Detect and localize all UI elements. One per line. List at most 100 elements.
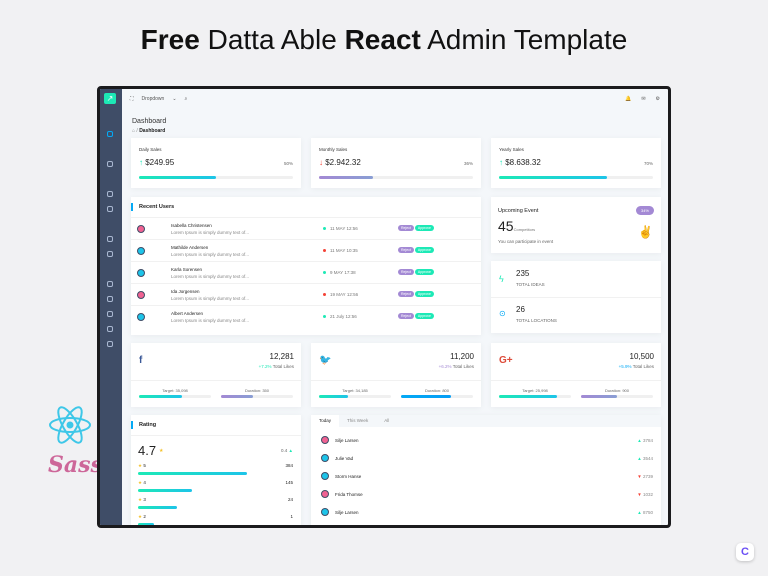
- avatar: [137, 269, 145, 277]
- date-text: 9 MAY 17:38: [330, 270, 356, 275]
- map-icon[interactable]: [107, 251, 113, 257]
- star-level: 4: [143, 480, 146, 485]
- layout-icon[interactable]: [107, 161, 113, 167]
- list-item: Julie Vad ▲ 3544: [311, 453, 661, 465]
- fullscreen-icon[interactable]: ⛶: [130, 96, 134, 102]
- value-text: 2739: [643, 474, 653, 479]
- user-date: 11 MAY 12:56: [323, 226, 358, 231]
- social-likes: +7.2% Total Likes: [259, 364, 294, 369]
- avatar: [321, 508, 329, 516]
- chevron-down-icon: ⌄: [172, 96, 176, 102]
- target-progress: [319, 395, 391, 398]
- victory-hand-icon: ✌: [638, 225, 653, 239]
- social-icon: G+: [499, 355, 513, 366]
- file-icon[interactable]: [107, 191, 113, 197]
- avatar: [321, 490, 329, 498]
- event-badge: 34%: [636, 206, 654, 215]
- rating-progress: [138, 506, 293, 509]
- avatar: [137, 291, 145, 299]
- social-card: 🐦 11,200 +6.2% Total Likes Target: 34,18…: [311, 343, 481, 407]
- avatar: [137, 247, 145, 255]
- search-icon[interactable]: ⌕: [185, 96, 188, 102]
- star-icon: ★: [138, 497, 142, 502]
- sales-percent: 36%: [464, 161, 473, 166]
- approve-button[interactable]: Approve: [415, 225, 434, 231]
- actions: RejectApprove: [398, 225, 435, 231]
- duration-progress: [221, 395, 293, 398]
- reject-button[interactable]: Reject: [398, 291, 414, 297]
- person-value: ▼ 1032: [637, 492, 653, 497]
- help-icon[interactable]: [107, 311, 113, 317]
- person-value: ▼ 2739: [637, 474, 653, 479]
- likes-label: Total Likes: [453, 364, 474, 369]
- bell-icon[interactable]: 🔔: [625, 96, 631, 102]
- sales-card: Monthly Sales ↓ $2.942.32 36%: [311, 138, 481, 188]
- rating-delta: 0.4 ▲: [281, 448, 293, 453]
- approve-button[interactable]: Approve: [415, 247, 434, 253]
- breadcrumb-current: Dashboard: [139, 128, 165, 134]
- caret-up-icon: ▲: [637, 438, 641, 443]
- list-item: Frida Thomse ▼ 1032: [311, 489, 661, 501]
- tab-all[interactable]: All: [376, 415, 397, 427]
- date-text: 11 MAY 10:35: [330, 248, 358, 253]
- sales-progress: [319, 176, 473, 179]
- page-title: Dashboard: [132, 118, 166, 125]
- user-date: 21 July 12:56: [323, 314, 357, 319]
- table-row: Mathilde Andersen Lorem Ipsum is simply …: [131, 239, 481, 261]
- target-label: Target: 25,998: [499, 388, 571, 393]
- sales-value-row: ↑ $8.638.32: [499, 158, 541, 167]
- value-text: 8750: [643, 510, 653, 515]
- reject-button[interactable]: Reject: [398, 269, 414, 275]
- person-value: ▲ 3784: [637, 438, 653, 443]
- app-logo-icon[interactable]: ↗: [104, 93, 116, 104]
- sales-card: Yearly Sales ↑ $8.638.32 70%: [491, 138, 661, 188]
- user-name: Albert Andersen: [171, 311, 203, 316]
- status-dot: [323, 315, 326, 318]
- user-name: Ida Jorgensen: [171, 289, 200, 294]
- sample-icon[interactable]: [107, 341, 113, 347]
- tab-this-week[interactable]: This Week: [339, 415, 376, 427]
- person-name: Julie Vad: [335, 456, 353, 461]
- star-level: 5: [143, 463, 146, 468]
- event-count: 45Competitors: [498, 218, 535, 234]
- card-title: Recent Users: [139, 204, 174, 210]
- approve-button[interactable]: Approve: [415, 313, 434, 319]
- tabs-card: TodayThis WeekAll Silje Larsen ▲ 3784 Ju…: [311, 415, 661, 528]
- approve-button[interactable]: Approve: [415, 269, 434, 275]
- reject-button[interactable]: Reject: [398, 313, 414, 319]
- user-settings-icon[interactable]: ⚙: [656, 96, 660, 102]
- user-desc: Lorem Ipsum is simply dummy text of...: [171, 252, 249, 257]
- dashboard-screenshot: ↗ ⛶ Dropdown⌄ ⌕ 🔔✉⚙ Dashboard ⌂ / Dashbo…: [97, 86, 671, 528]
- reject-button[interactable]: Reject: [398, 247, 414, 253]
- chart-icon[interactable]: [107, 236, 113, 242]
- dropdown-menu[interactable]: Dropdown: [142, 96, 165, 102]
- target-label: Target: 34,185: [319, 388, 391, 393]
- star-level: 3: [143, 497, 146, 502]
- likes-change: +6.2%: [439, 364, 452, 369]
- reject-button[interactable]: Reject: [398, 225, 414, 231]
- sales-percent: 50%: [284, 161, 293, 166]
- target-progress: [499, 395, 571, 398]
- list-item: Silje Larsen ▲ 8750: [311, 507, 661, 519]
- tab-today[interactable]: Today: [311, 415, 339, 427]
- actions: RejectApprove: [398, 247, 435, 253]
- sales-value: $2.942.32: [325, 158, 361, 167]
- person-value: ▲ 3544: [637, 456, 653, 461]
- approve-button[interactable]: Approve: [415, 291, 434, 297]
- home-icon[interactable]: [107, 131, 113, 137]
- menu-icon[interactable]: [107, 326, 113, 332]
- caret-down-icon: ▼: [637, 474, 641, 479]
- sales-label: Monthly Sales: [319, 147, 347, 152]
- table-icon[interactable]: [107, 206, 113, 212]
- social-count: 10,500: [630, 352, 654, 361]
- target-progress: [139, 395, 211, 398]
- user-name: Isabella Christensen: [171, 223, 212, 228]
- total-locations-value: 26: [516, 305, 525, 314]
- lock-icon[interactable]: [107, 281, 113, 287]
- person-name: Frida Thomse: [335, 492, 363, 497]
- message-icon[interactable]: ✉: [641, 96, 645, 102]
- event-unit: Competitors: [514, 227, 536, 232]
- book-icon[interactable]: [107, 296, 113, 302]
- total-ideas-value: 235: [516, 269, 529, 278]
- date-text: 19 MAY 12:56: [330, 292, 358, 297]
